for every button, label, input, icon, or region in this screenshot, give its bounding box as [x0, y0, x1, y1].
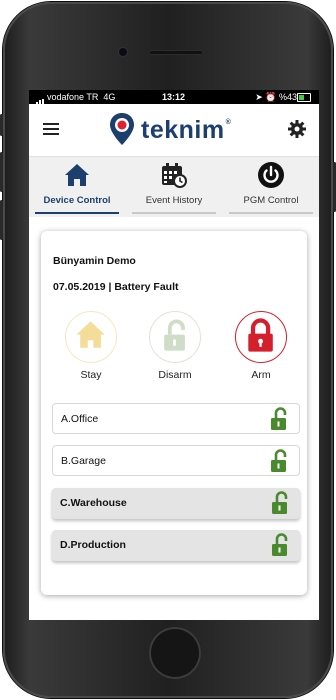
tab-label: Device Control [43, 195, 111, 206]
status-network: 4G [103, 92, 116, 102]
mode-label: Disarm [158, 369, 192, 381]
zone-name: D.Production [60, 539, 126, 551]
panel-status: 07.05.2019 | Battery Fault [53, 281, 179, 293]
tab-device-control[interactable]: Device Control [29, 157, 125, 217]
disarm-circle [149, 311, 201, 363]
tab-bar: Device Control Event History PGM Control [29, 157, 319, 217]
mode-label: Stay [80, 369, 102, 381]
tab-indicator [35, 212, 119, 214]
power-icon [258, 162, 284, 188]
tab-indicator [229, 212, 313, 214]
status-bar: vodafone TR 4G 13:12 ➤ ⏰ %43 [29, 90, 319, 107]
hamburger-menu-icon[interactable] [43, 123, 59, 135]
tab-label: PGM Control [243, 195, 299, 206]
house-icon [65, 164, 89, 186]
tab-indicator [132, 212, 216, 214]
battery-icon [297, 93, 311, 102]
status-time: 13:12 [162, 92, 186, 102]
unlocked-padlock-icon[interactable] [267, 406, 293, 432]
zone-row[interactable]: C.Warehouse [52, 488, 300, 519]
device-card: Bünyamin Demo 07.05.2019 | Battery Fault… [41, 231, 307, 595]
phone-frame: vodafone TR 4G 13:12 ➤ ⏰ %43 teknim® Dev… [0, 2, 336, 698]
app-screen: vodafone TR 4G 13:12 ➤ ⏰ %43 teknim® Dev… [29, 90, 319, 620]
volume-down-button [0, 200, 3, 240]
gear-icon[interactable] [287, 119, 307, 139]
status-battery-percent: ➤ ⏰ %43 [255, 92, 297, 102]
front-camera [119, 48, 127, 56]
tab-label: Event History [145, 195, 203, 206]
logo-text: teknim® [141, 116, 232, 144]
unlocked-padlock-icon[interactable] [268, 532, 294, 558]
earpiece-speaker [149, 50, 203, 55]
unlocked-padlock-icon[interactable] [267, 448, 293, 474]
arm-button[interactable]: Arm [231, 311, 291, 381]
mute-switch [0, 114, 3, 136]
calendar-clock-icon [162, 163, 187, 188]
status-carrier: vodafone TR 4G [47, 92, 116, 102]
zone-name: C.Warehouse [60, 497, 127, 509]
unlocked-padlock-icon [163, 319, 185, 351]
zone-row[interactable]: B.Garage [52, 445, 300, 476]
unlocked-padlock-icon[interactable] [268, 490, 294, 516]
app-header: teknim® [29, 104, 319, 157]
mode-label: Arm [251, 369, 271, 381]
stay-circle [65, 311, 117, 363]
zone-name: A.Office [61, 413, 99, 425]
tab-pgm-control[interactable]: PGM Control [223, 157, 319, 217]
panel-name: Bünyamin Demo [53, 255, 136, 267]
disarm-button[interactable]: Disarm [145, 311, 205, 381]
volume-up-button [0, 152, 3, 192]
house-icon [75, 321, 105, 348]
arm-circle [235, 311, 287, 363]
home-button[interactable] [149, 627, 201, 679]
zone-row[interactable]: D.Production [52, 530, 300, 561]
stay-button[interactable]: Stay [61, 311, 121, 381]
zone-row[interactable]: A.Office [52, 403, 300, 434]
tab-event-history[interactable]: Event History [126, 157, 222, 217]
zone-name: B.Garage [61, 455, 106, 467]
locked-padlock-icon [247, 318, 273, 352]
location-pin-icon [110, 113, 134, 145]
